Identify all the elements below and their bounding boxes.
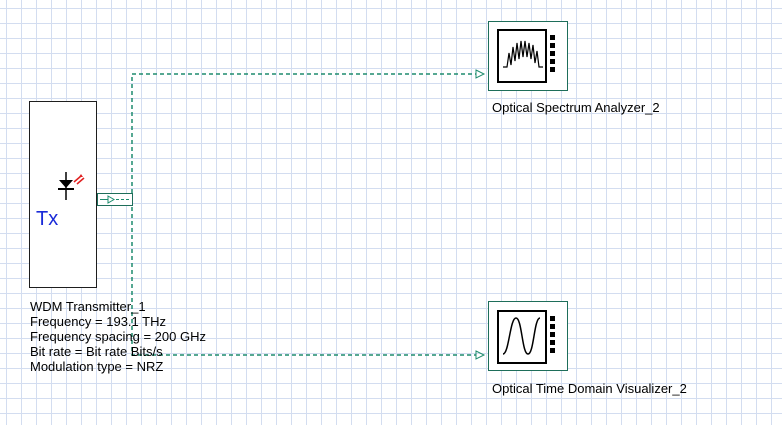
time-domain-visualizer-block[interactable]: [488, 301, 568, 371]
wire-to-spectrum-analyzer: [131, 73, 476, 200]
sine-wave-icon: [497, 310, 555, 364]
transmitter-param-bitrate: Bit rate = Bit rate Bits/s: [30, 344, 163, 359]
transmitter-name-label: WDM Transmitter_1: [30, 299, 146, 314]
wire-arrow-spectrum: [475, 69, 486, 79]
transmitter-param-spacing: Frequency spacing = 200 GHz: [30, 329, 206, 344]
spectrum-trace-icon: [497, 29, 555, 83]
tx-symbol-label: Tx: [36, 208, 59, 230]
transmitter-param-modulation: Modulation type = NRZ: [30, 359, 164, 374]
spectrum-analyzer-label: Optical Spectrum Analyzer_2: [492, 100, 660, 115]
transmitter-output-port[interactable]: [97, 193, 133, 206]
layout-canvas[interactable]: Tx WDM Transmitter_1 Frequency = 193.1 T…: [0, 0, 782, 425]
time-domain-visualizer-label: Optical Time Domain Visualizer_2: [492, 381, 687, 396]
spectrum-analyzer-block[interactable]: [488, 21, 568, 91]
transmitter-param-frequency: Frequency = 193.1 THz: [30, 314, 166, 329]
wire-arrow-time: [475, 350, 486, 360]
port-arrow-icon: [100, 195, 130, 204]
laser-diode-icon: [58, 172, 85, 200]
